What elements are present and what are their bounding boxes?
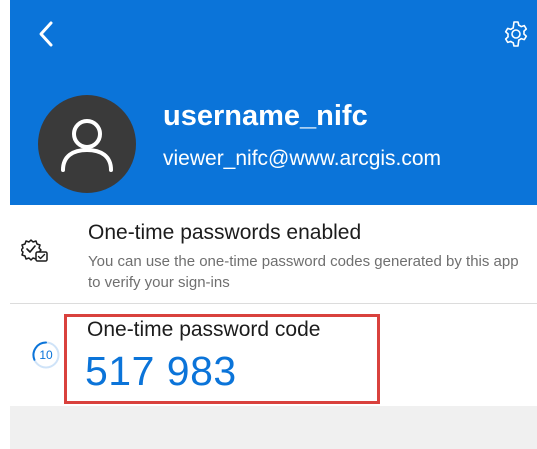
otp-status-title: One-time passwords enabled xyxy=(88,221,362,244)
settings-button[interactable] xyxy=(500,18,532,50)
footer-area xyxy=(10,406,537,449)
highlight-box xyxy=(64,314,380,404)
check-shield-icon xyxy=(21,239,48,262)
otp-status-description: You can use the one-time password codes … xyxy=(88,253,519,291)
chevron-left-icon xyxy=(39,21,53,47)
account-email: viewer_nifc@www.arcgis.com xyxy=(163,147,442,170)
account-header: username_nifc viewer_nifc@www.arcgis.com xyxy=(10,0,537,205)
gear-icon xyxy=(504,21,528,47)
back-button[interactable] xyxy=(32,20,60,48)
avatar xyxy=(38,95,136,193)
username: username_nifc xyxy=(163,100,368,132)
countdown-seconds: 10 xyxy=(39,348,53,362)
otp-status-row: One-time passwords enabled You can use t… xyxy=(10,205,537,303)
person-icon xyxy=(61,119,113,172)
